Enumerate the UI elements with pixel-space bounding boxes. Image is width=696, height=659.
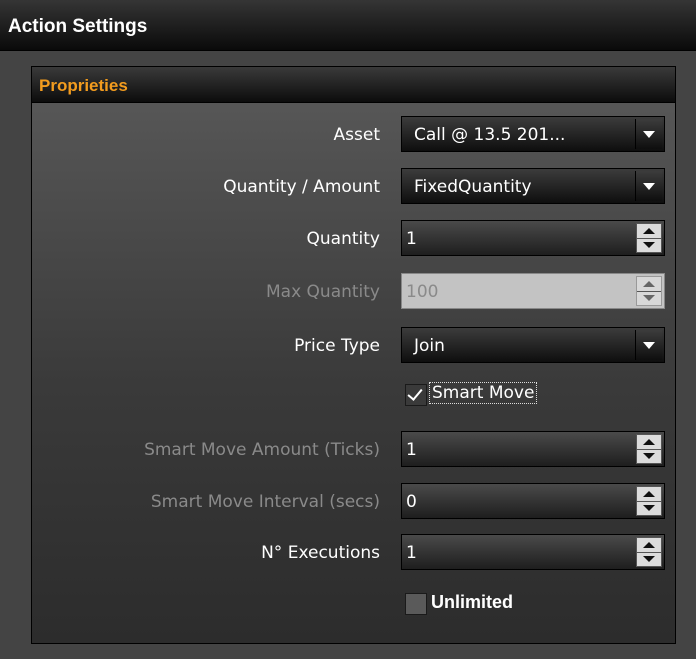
check-icon: [407, 385, 423, 401]
window-title: Action Settings: [8, 16, 148, 37]
spin-down-icon[interactable]: [637, 501, 661, 515]
spin-buttons: [636, 223, 662, 253]
price-type-value: Join: [414, 336, 445, 356]
chevron-down-icon[interactable]: [635, 119, 662, 149]
smart-move-amount-stepper[interactable]: 1: [401, 431, 665, 467]
quantity-label: Quantity: [306, 229, 380, 249]
quantity-amount-label: Quantity / Amount: [223, 177, 380, 197]
spin-down-icon: [637, 291, 661, 305]
spin-buttons: [636, 434, 662, 464]
smart-move-interval-label: Smart Move Interval (secs): [150, 492, 380, 512]
chevron-down-icon[interactable]: [635, 330, 662, 360]
smart-move-label[interactable]: Smart Move: [429, 382, 538, 404]
quantity-amount-dropdown[interactable]: FixedQuantity: [401, 168, 665, 204]
smart-move-interval-stepper[interactable]: 0: [401, 483, 665, 519]
spin-up-icon: [637, 277, 661, 292]
unlimited-checkbox[interactable]: [405, 593, 427, 615]
executions-stepper[interactable]: 1: [401, 534, 665, 570]
spin-up-icon[interactable]: [637, 435, 661, 450]
spin-buttons: [636, 537, 662, 567]
quantity-amount-value: FixedQuantity: [414, 177, 532, 197]
spin-up-icon[interactable]: [637, 224, 661, 239]
chevron-down-icon[interactable]: [635, 171, 662, 201]
quantity-value: 1: [406, 229, 417, 249]
executions-value: 1: [406, 543, 417, 563]
smart-move-amount-value: 1: [406, 440, 417, 460]
asset-value: Call @ 13.5 201...: [414, 125, 566, 145]
executions-label: N° Executions: [261, 543, 380, 563]
window-header: Action Settings: [0, 0, 696, 51]
spin-down-icon[interactable]: [637, 449, 661, 463]
smart-move-interval-value: 0: [406, 492, 417, 512]
spin-up-icon[interactable]: [637, 487, 661, 502]
spin-buttons: [636, 486, 662, 516]
spin-up-icon[interactable]: [637, 538, 661, 553]
quantity-stepper[interactable]: 1: [401, 220, 665, 256]
spin-down-icon[interactable]: [637, 552, 661, 566]
smart-move-amount-label: Smart Move Amount (Ticks): [144, 440, 380, 460]
spin-buttons: [636, 276, 662, 306]
max-quantity-stepper: 100: [401, 273, 665, 309]
max-quantity-value: 100: [406, 282, 439, 302]
price-type-dropdown[interactable]: Join: [401, 327, 665, 363]
max-quantity-label: Max Quantity: [265, 282, 380, 302]
unlimited-label[interactable]: Unlimited: [431, 592, 513, 613]
panel-title: Proprieties: [39, 76, 128, 95]
price-type-label: Price Type: [294, 336, 380, 356]
asset-dropdown[interactable]: Call @ 13.5 201...: [401, 116, 665, 152]
panel-header: Proprieties: [32, 67, 675, 103]
smart-move-checkbox[interactable]: [405, 384, 427, 406]
asset-label: Asset: [333, 125, 380, 145]
spin-down-icon[interactable]: [637, 238, 661, 252]
